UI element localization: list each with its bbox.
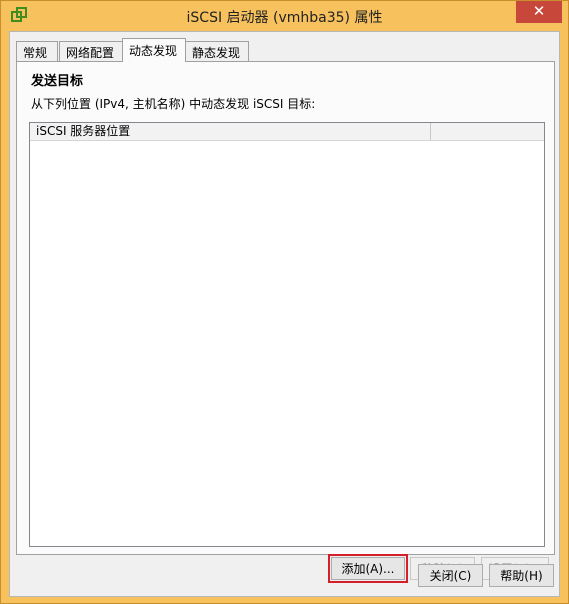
tab-dynamic-discovery[interactable]: 动态发现	[122, 38, 186, 62]
title-bar[interactable]: iSCSI 启动器 (vmhba35) 属性 ✕	[1, 1, 568, 31]
column-header-extra[interactable]	[431, 123, 544, 140]
close-button[interactable]: 关闭(C)	[418, 564, 483, 587]
tab-network-config[interactable]: 网络配置	[59, 41, 123, 62]
window-title: iSCSI 启动器 (vmhba35) 属性	[186, 10, 383, 26]
dynamic-discovery-panel: 发送目标 从下列位置 (IPv4, 主机名称) 中动态发现 iSCSI 目标: …	[16, 61, 555, 583]
list-header: iSCSI 服务器位置	[30, 123, 544, 141]
section-title: 发送目标	[31, 74, 84, 89]
tab-static-discovery[interactable]: 静态发现	[185, 41, 249, 62]
add-button[interactable]: 添加(A)...	[328, 554, 408, 583]
close-window-button[interactable]: ✕	[516, 1, 562, 23]
section-description: 从下列位置 (IPv4, 主机名称) 中动态发现 iSCSI 目标:	[31, 97, 316, 111]
properties-dialog: iSCSI 启动器 (vmhba35) 属性 ✕ 常规 网络配置 动态发现 静态…	[0, 0, 569, 604]
send-targets-list[interactable]: iSCSI 服务器位置	[29, 122, 545, 547]
dialog-body: 常规 网络配置 动态发现 静态发现 发送目标 从下列位置 (IPv4, 主机名称…	[9, 31, 560, 597]
help-button[interactable]: 帮助(H)	[489, 564, 554, 587]
column-header-server-location[interactable]: iSCSI 服务器位置	[30, 123, 431, 140]
tab-general[interactable]: 常规	[16, 41, 58, 62]
